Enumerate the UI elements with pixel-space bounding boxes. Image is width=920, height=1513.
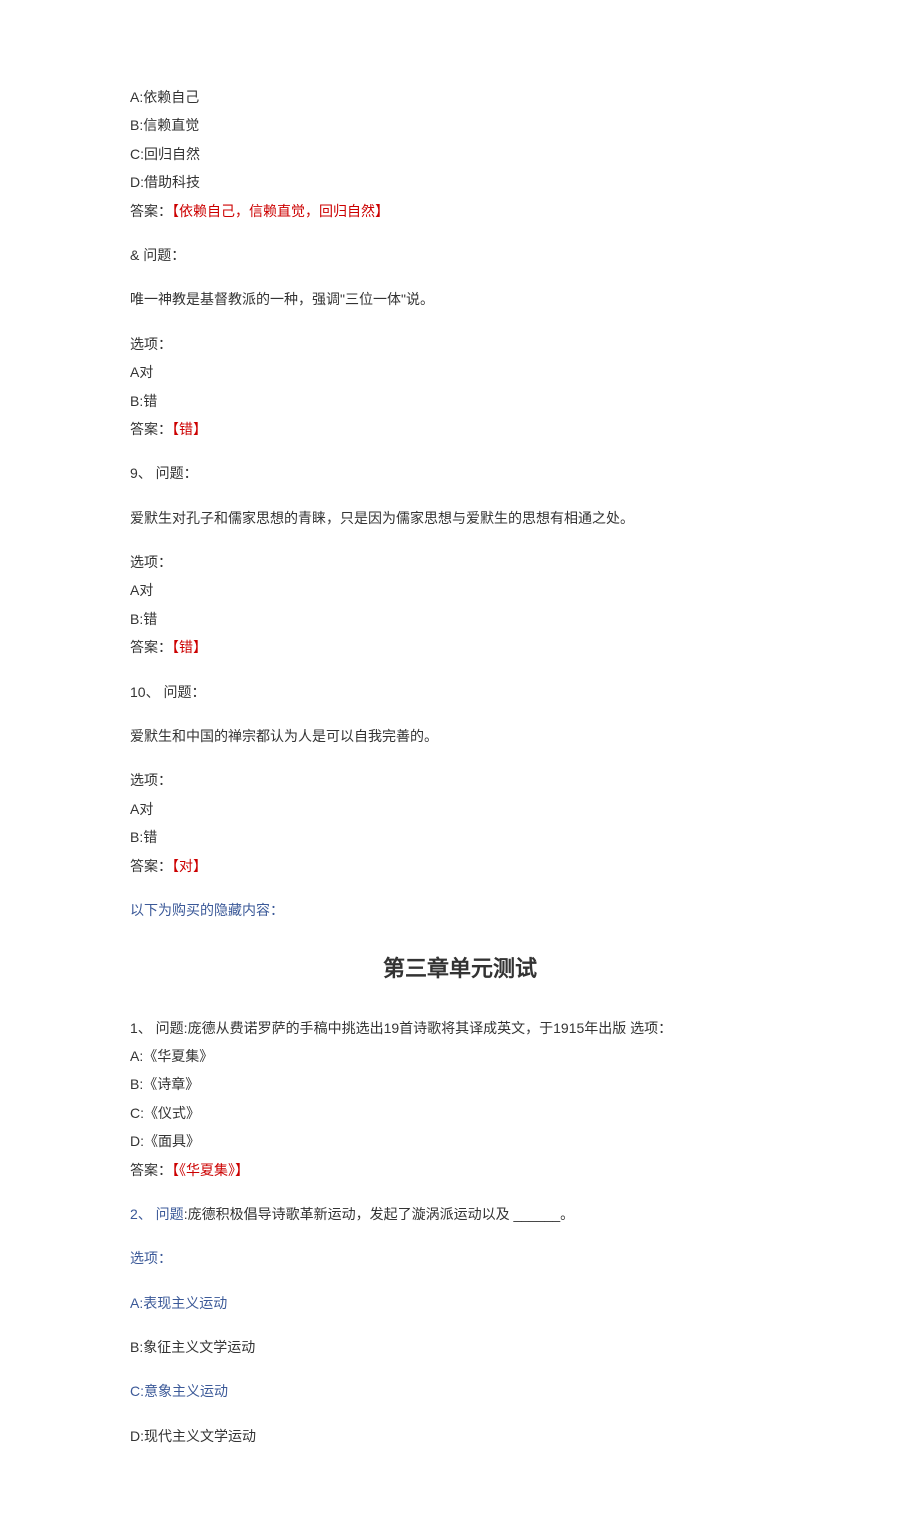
option-b: B:错 bbox=[130, 390, 790, 412]
answer-value: 【错】 bbox=[172, 639, 207, 655]
option-c: C:意象主义运动 bbox=[130, 1380, 790, 1402]
option-a: A:表现主义运动 bbox=[130, 1292, 790, 1314]
answer-line: 答案：【对】 bbox=[130, 855, 790, 877]
option-b: B:错 bbox=[130, 608, 790, 630]
answer-value: 【《华夏集》】 bbox=[172, 1162, 249, 1178]
answer-line: 答案：【错】 bbox=[130, 636, 790, 658]
option-a: A对 bbox=[130, 798, 790, 820]
option-b: B:信赖直觉 bbox=[130, 114, 790, 136]
options-label: 选项： bbox=[130, 1247, 790, 1269]
answer-line: 答案：【《华夏集》】 bbox=[130, 1159, 790, 1181]
hidden-content-note: 以下为购买的隐藏内容： bbox=[130, 899, 790, 921]
question-marker: 10、 问题： bbox=[130, 681, 790, 703]
question-marker: 9、 问题： bbox=[130, 462, 790, 484]
answer-value: 【依赖自己，信赖直觉，回归自然】 bbox=[172, 203, 389, 219]
options-label: 选项： bbox=[130, 769, 790, 791]
question-text: :庞德积极倡导诗歌革新运动，发起了漩涡派运动以及 ______。 bbox=[184, 1206, 575, 1222]
answer-label: 答案： bbox=[130, 203, 172, 219]
question-line: 2、 问题:庞德积极倡导诗歌革新运动，发起了漩涡派运动以及 ______。 bbox=[130, 1203, 790, 1225]
chapter-heading: 第三章单元测试 bbox=[130, 951, 790, 986]
answer-label: 答案： bbox=[130, 639, 172, 655]
question-text: 唯一神教是基督教派的一种，强调"三位一体"说。 bbox=[130, 288, 790, 310]
question-marker: & 问题： bbox=[130, 244, 790, 266]
answer-value: 【对】 bbox=[172, 858, 207, 874]
option-b: B:《诗章》 bbox=[130, 1073, 790, 1095]
answer-label: 答案： bbox=[130, 421, 172, 437]
question-marker: 1、 问题:庞德从费诺罗萨的手稿中挑选出19首诗歌将其译成英文，于1915年出版… bbox=[130, 1017, 790, 1039]
option-a: A对 bbox=[130, 579, 790, 601]
option-a: A:《华夏集》 bbox=[130, 1045, 790, 1067]
options-label: 选项： bbox=[130, 333, 790, 355]
document-page: A:依赖自己 B:信赖直觉 C:回归自然 D:借助科技 答案：【依赖自己，信赖直… bbox=[0, 0, 920, 1513]
option-b: B:象征主义文学运动 bbox=[130, 1336, 790, 1358]
option-d: D:《面具》 bbox=[130, 1130, 790, 1152]
option-c: C:《仪式》 bbox=[130, 1102, 790, 1124]
answer-line: 答案：【依赖自己，信赖直觉，回归自然】 bbox=[130, 200, 790, 222]
question-marker: 2、 问题 bbox=[130, 1206, 184, 1222]
option-b: B:错 bbox=[130, 826, 790, 848]
answer-value: 【错】 bbox=[172, 421, 207, 437]
option-a: A:依赖自己 bbox=[130, 86, 790, 108]
options-label: 选项： bbox=[130, 551, 790, 573]
answer-label: 答案： bbox=[130, 858, 172, 874]
option-a: A对 bbox=[130, 361, 790, 383]
question-text: 爱默生和中国的禅宗都认为人是可以自我完善的。 bbox=[130, 725, 790, 747]
option-c: C:回归自然 bbox=[130, 143, 790, 165]
option-d: D:借助科技 bbox=[130, 171, 790, 193]
answer-line: 答案：【错】 bbox=[130, 418, 790, 440]
option-d: D:现代主义文学运动 bbox=[130, 1425, 790, 1447]
question-text: 爱默生对孔子和儒家思想的青睐，只是因为儒家思想与爱默生的思想有相通之处。 bbox=[130, 507, 790, 529]
answer-label: 答案： bbox=[130, 1162, 172, 1178]
